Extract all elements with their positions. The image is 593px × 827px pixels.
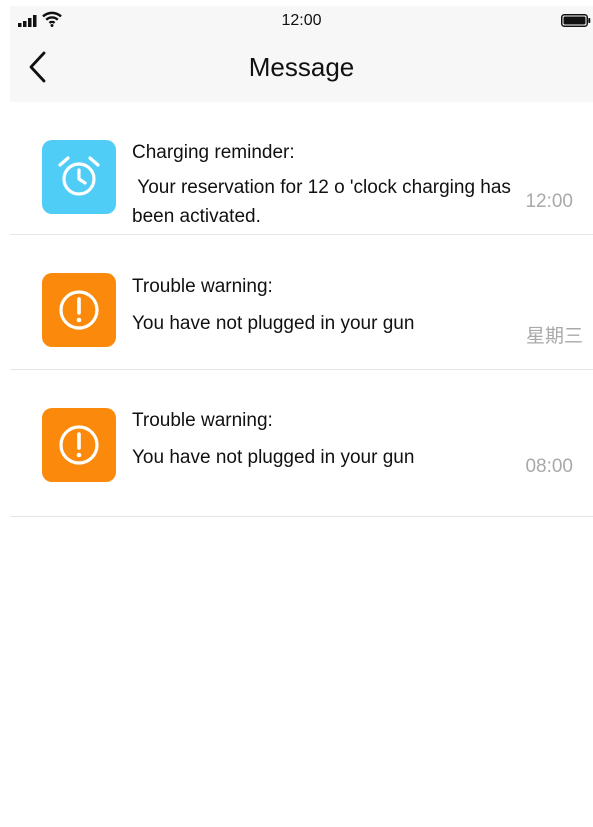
alarm-clock-icon: [42, 140, 116, 214]
nav-bar: Message: [10, 36, 593, 102]
message-list: Charging reminder: Your reservation for …: [10, 102, 593, 517]
exclamation-circle-icon: [42, 408, 116, 482]
app-screen: 12:00 Message Charging reminder: Your re…: [10, 6, 593, 827]
message-title: Trouble warning:: [132, 276, 273, 297]
message-title: Charging reminder:: [132, 142, 295, 163]
message-body: Your reservation for 12 o 'clock chargin…: [132, 177, 517, 227]
message-item[interactable]: Trouble warning: You have not plugged in…: [10, 235, 593, 370]
message-time: 星期三: [525, 326, 583, 347]
message-time: 12:00: [525, 191, 573, 212]
battery-icon: [561, 14, 591, 27]
message-item[interactable]: Charging reminder: Your reservation for …: [10, 102, 593, 235]
message-item[interactable]: Trouble warning: You have not plugged in…: [10, 370, 593, 517]
message-body: You have not plugged in your gun: [132, 313, 415, 334]
message-body: You have not plugged in your gun: [132, 447, 415, 468]
exclamation-circle-icon: [42, 273, 116, 347]
status-bar: 12:00: [10, 6, 593, 36]
message-time: 08:00: [525, 456, 573, 477]
page-title: Message: [248, 52, 355, 82]
message-title: Trouble warning:: [132, 410, 273, 431]
top-chrome: 12:00 Message: [10, 6, 593, 102]
status-time: 12:00: [281, 12, 322, 29]
